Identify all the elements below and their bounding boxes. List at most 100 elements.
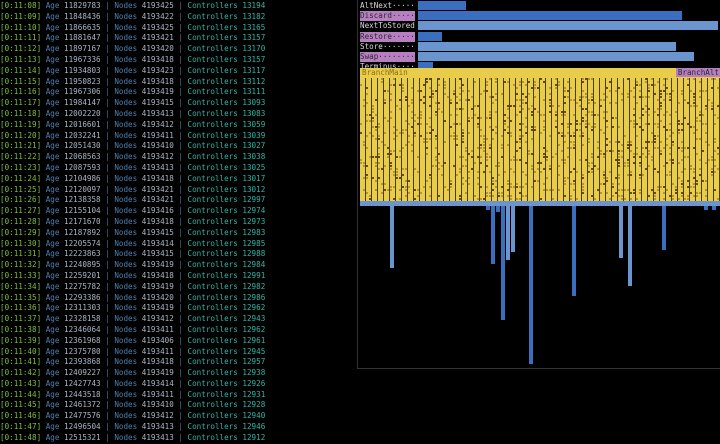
log-separator: | [178, 22, 183, 32]
log-separator: | [178, 206, 183, 216]
log-timestamp: [0:11:42] [0, 368, 42, 378]
log-age-value: 11897167 [64, 44, 101, 54]
log-age-label: Age [45, 292, 60, 302]
log-nodes-value: 4193411 [141, 324, 174, 334]
log-row: [0:11:39] Age 12361968 | Nodes 4193406 |… [0, 336, 350, 347]
log-age-label: Age [45, 1, 60, 10]
log-controllers-label: Controllers [187, 206, 238, 216]
log-age-label: Age [45, 260, 60, 270]
log-controllers-value: 13093 [242, 98, 266, 108]
log-separator: | [105, 1, 110, 10]
log-separator: | [105, 54, 110, 64]
log-nodes-label: Nodes [114, 173, 138, 183]
log-separator: | [105, 411, 110, 421]
log-row: [0:11:26] Age 12138358 | Nodes 4193421 |… [0, 195, 350, 206]
log-nodes-label: Nodes [114, 389, 138, 399]
log-row: [0:11:28] Age 12171670 | Nodes 4193418 |… [0, 217, 350, 228]
log-separator: | [178, 195, 183, 205]
log-controllers-label: Controllers [187, 432, 238, 442]
log-timestamp: [0:11:18] [0, 108, 42, 118]
log-age-value: 12346064 [64, 324, 101, 334]
log-nodes-label: Nodes [114, 303, 138, 313]
log-row: [0:11:46] Age 12477576 | Nodes 4193412 |… [0, 411, 350, 422]
log-row: [0:11:20] Age 12032241 | Nodes 4193411 |… [0, 131, 350, 142]
log-controllers-label: Controllers [187, 54, 238, 64]
baseline-bar [360, 201, 720, 206]
log-separator: | [105, 87, 110, 97]
log-age-value: 12120097 [64, 184, 101, 194]
log-nodes-value: 4193421 [141, 195, 174, 205]
log-row: [0:11:21] Age 12051430 | Nodes 4193410 |… [0, 141, 350, 152]
log-nodes-label: Nodes [114, 422, 138, 432]
log-age-value: 12171670 [64, 216, 101, 226]
log-row: [0:11:17] Age 11984147 | Nodes 4193415 |… [0, 98, 350, 109]
log-controllers-value: 12943 [242, 314, 266, 324]
log-age-value: 11829783 [64, 1, 101, 10]
log-age-value: 11950823 [64, 76, 101, 86]
log-nodes-value: 4193423 [141, 65, 174, 75]
log-separator: | [178, 216, 183, 226]
log-timestamp: [0:11:34] [0, 281, 42, 291]
log-separator: | [178, 281, 183, 291]
log-separator: | [178, 227, 183, 237]
log-age-value: 11881647 [64, 33, 101, 43]
log-nodes-value: 4193415 [141, 98, 174, 108]
log-controllers-value: 12973 [242, 216, 266, 226]
log-separator: | [178, 411, 183, 421]
log-controllers-value: 12945 [242, 346, 266, 356]
log-age-value: 12032241 [64, 130, 101, 140]
log-timestamp: [0:11:26] [0, 195, 42, 205]
log-nodes-label: Nodes [114, 314, 138, 324]
log-row: [0:11:40] Age 12375780 | Nodes 4193411 |… [0, 347, 350, 358]
log-separator: | [105, 238, 110, 248]
log-separator: | [178, 87, 183, 97]
memory-grid [360, 78, 720, 201]
log-controllers-value: 13112 [242, 76, 266, 86]
log-nodes-label: Nodes [114, 292, 138, 302]
log-row: [0:11:24] Age 12104986 | Nodes 4193418 |… [0, 174, 350, 185]
log-controllers-value: 13083 [242, 108, 266, 118]
log-controllers-value: 12928 [242, 400, 266, 410]
log-age-value: 11866635 [64, 22, 101, 32]
log-timestamp: [0:11:33] [0, 270, 42, 280]
log-controllers-value: 12931 [242, 389, 266, 399]
log-nodes-label: Nodes [114, 206, 138, 216]
log-separator: | [105, 400, 110, 410]
log-nodes-value: 4193421 [141, 184, 174, 194]
log-nodes-value: 4193425 [141, 1, 174, 10]
log-age-label: Age [45, 249, 60, 259]
log-controllers-value: 12984 [242, 260, 266, 270]
log-separator: | [105, 76, 110, 86]
log-timestamp: [0:11:47] [0, 422, 42, 432]
log-separator: | [178, 141, 183, 151]
log-nodes-label: Nodes [114, 141, 138, 151]
log-row: [0:11:43] Age 12427743 | Nodes 4193414 |… [0, 379, 350, 390]
log-separator: | [178, 249, 183, 259]
log-row: [0:11:44] Age 12443518 | Nodes 4193411 |… [0, 390, 350, 401]
log-nodes-label: Nodes [114, 227, 138, 237]
log-nodes-label: Nodes [114, 400, 138, 410]
log-separator: | [178, 173, 183, 183]
log-separator: | [178, 152, 183, 162]
log-nodes-value: 4193421 [141, 33, 174, 43]
log-separator: | [105, 173, 110, 183]
log-age-label: Age [45, 98, 60, 108]
log-controllers-value: 13012 [242, 184, 266, 194]
log-separator: | [105, 227, 110, 237]
log-separator: | [105, 130, 110, 140]
log-controllers-label: Controllers [187, 1, 238, 10]
log-controllers-value: 13194 [242, 1, 266, 10]
log-nodes-value: 4193410 [141, 400, 174, 410]
log-nodes-label: Nodes [114, 44, 138, 54]
log-age-label: Age [45, 108, 60, 118]
log-controllers-value: 12986 [242, 292, 266, 302]
log-row: [0:11:37] Age 12328158 | Nodes 4193412 |… [0, 314, 350, 325]
log-nodes-label: Nodes [114, 33, 138, 43]
log-age-label: Age [45, 270, 60, 280]
log-controllers-label: Controllers [187, 195, 238, 205]
log-nodes-value: 4193420 [141, 44, 174, 54]
log-controllers-value: 13157 [242, 33, 266, 43]
log-nodes-label: Nodes [114, 11, 138, 21]
log-controllers-label: Controllers [187, 346, 238, 356]
log-separator: | [178, 292, 183, 302]
